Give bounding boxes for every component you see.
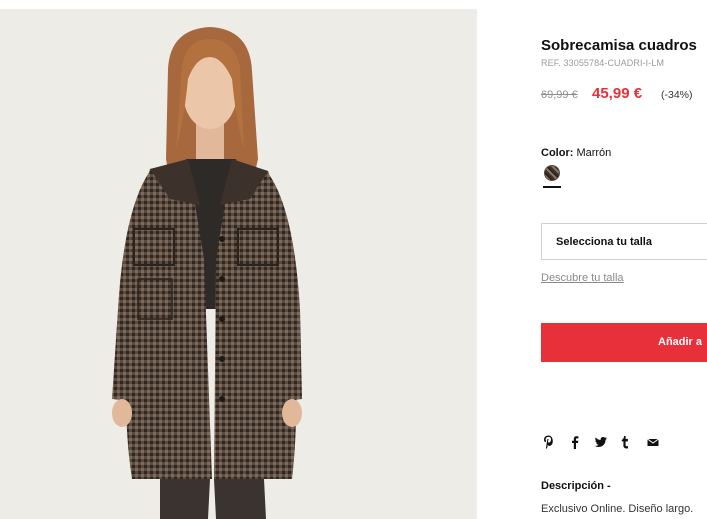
color-label: Color: Marrón: [541, 147, 611, 159]
product-info-panel: Sobrecamisa cuadros REF. 33055784-CUADRI…: [541, 0, 707, 519]
product-reference: REF. 33055784-CUADRI-I-LM: [541, 58, 665, 68]
facebook-icon[interactable]: [571, 435, 579, 452]
discount-badge: (-34%): [661, 89, 693, 101]
product-title: Sobrecamisa cuadros: [541, 37, 697, 54]
color-swatch-marron[interactable]: [544, 165, 560, 181]
twitter-icon[interactable]: [594, 435, 608, 452]
swatch-selected-indicator: [543, 186, 561, 188]
description-text: Exclusivo Online. Diseño largo.: [541, 503, 694, 515]
size-guide-link[interactable]: Descubre tu talla: [541, 272, 624, 284]
model-illustration: [112, 27, 302, 519]
sale-price: 45,99 €: [592, 85, 643, 102]
size-select[interactable]: Selecciona tu talla: [541, 223, 707, 260]
size-select-label: Selecciona tu talla: [556, 236, 652, 248]
original-price: 69,99 €: [541, 89, 578, 101]
pinterest-icon[interactable]: [543, 435, 554, 452]
tumblr-icon[interactable]: [621, 435, 629, 452]
email-icon[interactable]: [647, 435, 659, 452]
description-title[interactable]: Descripción -: [541, 480, 611, 492]
color-value: Marrón: [576, 147, 612, 159]
add-to-cart-label: Añadir a: [658, 336, 703, 348]
product-image[interactable]: [0, 9, 477, 519]
add-to-cart-button[interactable]: Añadir a: [541, 323, 707, 362]
color-label-key: Color:: [541, 147, 574, 159]
